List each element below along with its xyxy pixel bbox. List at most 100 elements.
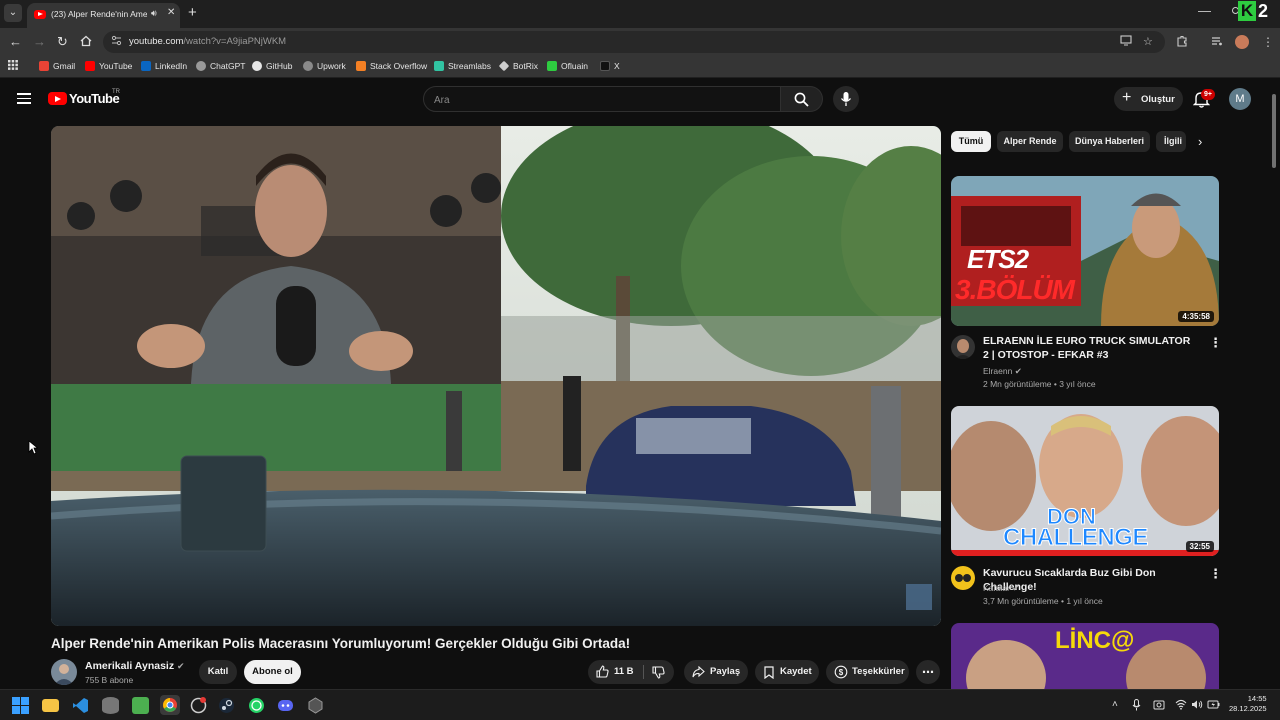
site-info-icon[interactable] bbox=[111, 35, 123, 47]
bookmark-linkedin[interactable]: LinkedIn bbox=[141, 61, 187, 71]
bookmark-label: Gmail bbox=[53, 61, 76, 71]
bookmark-label: GitHub bbox=[266, 61, 293, 71]
video-player[interactable] bbox=[51, 126, 941, 626]
recommendation-thumbnail[interactable]: ETS2 3.BÖLÜM 4:35:58 bbox=[951, 176, 1219, 326]
chip-related[interactable]: İlgili bbox=[1156, 131, 1186, 152]
file-explorer-icon[interactable] bbox=[42, 699, 59, 712]
chip-all[interactable]: Tümü bbox=[951, 131, 991, 152]
verified-check-icon: ✔︎ bbox=[177, 661, 185, 671]
battery-icon[interactable] bbox=[1207, 699, 1220, 713]
channel-avatar[interactable] bbox=[51, 659, 77, 685]
recommendation-thumbnail[interactable]: DON CHALLENGE 32:55 bbox=[951, 406, 1219, 556]
youtube-play-icon bbox=[48, 92, 67, 105]
address-bar[interactable]: youtube.com/watch?v=A9jiaPNjWKM ☆ bbox=[103, 31, 1165, 53]
close-tab-icon[interactable]: ✕ bbox=[167, 7, 175, 18]
like-dislike-group: 11 B bbox=[588, 660, 674, 684]
bookmark-star-icon[interactable]: ☆ bbox=[1143, 35, 1153, 48]
url-host: youtube.com bbox=[129, 36, 184, 47]
recommendation-title[interactable]: ELRAENN İLE EURO TRUCK SIMULATOR 2 | OTO… bbox=[983, 334, 1198, 362]
bookmark-ofluain[interactable]: Ofluain bbox=[547, 61, 588, 71]
discord-icon[interactable] bbox=[277, 697, 294, 714]
bookmark-x[interactable]: X bbox=[600, 61, 620, 71]
create-button[interactable]: + Oluştur bbox=[1114, 87, 1183, 111]
system-clock[interactable]: 14:55 28.12.2025 bbox=[1229, 694, 1267, 714]
wifi-icon[interactable] bbox=[1175, 699, 1187, 713]
active-tab[interactable]: (23) Alper Rende'nin Ameri 🔊︎ ✕ bbox=[27, 3, 180, 28]
menu-dots-icon[interactable]: ⋮ bbox=[1262, 35, 1274, 49]
channel-avatar[interactable] bbox=[951, 335, 975, 359]
more-vertical-icon[interactable]: ⋮ bbox=[1209, 566, 1222, 582]
speaker-icon[interactable]: 🔊︎ bbox=[151, 8, 157, 19]
bookmark-gmail[interactable]: Gmail bbox=[39, 61, 75, 71]
dislike-button[interactable] bbox=[644, 660, 674, 684]
tab-search-button[interactable]: ⌄ bbox=[4, 4, 22, 22]
new-tab-button[interactable]: + bbox=[188, 5, 197, 20]
extensions-icon[interactable] bbox=[1176, 35, 1188, 50]
recommendation-channel[interactable]: Elraenn ✔︎ bbox=[983, 366, 1022, 377]
recommendation-thumbnail[interactable]: LİNC@ bbox=[951, 623, 1219, 689]
microphone-tray-icon[interactable] bbox=[1132, 699, 1141, 714]
hamburger-menu-icon[interactable] bbox=[17, 93, 31, 104]
chip-alper-rende[interactable]: Alper Rende bbox=[997, 131, 1063, 152]
vscode-icon[interactable] bbox=[72, 697, 89, 714]
database-icon[interactable] bbox=[102, 697, 119, 714]
more-actions-button[interactable]: ⋯ bbox=[916, 660, 940, 684]
share-label: Paylaş bbox=[710, 666, 741, 677]
share-button[interactable]: Paylaş bbox=[684, 660, 748, 684]
streamlabs-icon bbox=[434, 61, 444, 71]
recommendation-channel[interactable]: Kafalar ✔︎ bbox=[983, 583, 1019, 594]
botrix-icon bbox=[498, 60, 510, 72]
app-icon[interactable] bbox=[307, 697, 324, 714]
search-box[interactable] bbox=[423, 86, 781, 112]
like-button[interactable]: 11 B bbox=[588, 660, 643, 684]
whatsapp-icon[interactable] bbox=[248, 697, 265, 714]
chevron-right-icon[interactable]: › bbox=[1198, 134, 1202, 149]
upload-age: 1 yıl önce bbox=[1066, 596, 1103, 606]
kick-icon bbox=[547, 61, 557, 71]
git-client-icon[interactable] bbox=[190, 697, 207, 714]
bookmark-botrix[interactable]: BotRix bbox=[498, 60, 538, 72]
profile-avatar[interactable] bbox=[1235, 35, 1249, 49]
thanks-button[interactable]: $ Teşekkürler bbox=[826, 660, 909, 684]
home-icon[interactable] bbox=[80, 35, 92, 50]
channel-avatar[interactable] bbox=[951, 566, 975, 590]
volume-icon[interactable] bbox=[1191, 699, 1203, 713]
join-button[interactable]: Katıl bbox=[199, 660, 237, 684]
voice-search-button[interactable] bbox=[833, 86, 859, 112]
search-input[interactable] bbox=[434, 93, 764, 107]
forward-arrow-icon[interactable]: → bbox=[33, 35, 46, 49]
verified-check-icon: ✔︎ bbox=[1014, 366, 1022, 376]
plus-icon: + bbox=[1122, 89, 1132, 106]
subscribe-button[interactable]: Abone ol bbox=[244, 660, 301, 684]
windows-start-icon[interactable] bbox=[12, 697, 29, 714]
save-button[interactable]: Kaydet bbox=[755, 660, 819, 684]
apps-grid-icon[interactable] bbox=[8, 60, 18, 72]
chip-world-news[interactable]: Dünya Haberleri bbox=[1069, 131, 1150, 152]
thumbnail-text: 3.BÖLÜM bbox=[955, 274, 1075, 305]
gmail-icon bbox=[39, 61, 49, 71]
camera-tray-icon[interactable] bbox=[1153, 699, 1165, 713]
chrome-icon[interactable] bbox=[160, 695, 180, 715]
bookmark-youtube[interactable]: YouTube bbox=[85, 61, 132, 71]
thumbs-up-icon bbox=[596, 665, 609, 678]
page-scrollbar[interactable] bbox=[1272, 94, 1276, 168]
bookmark-streamlabs[interactable]: Streamlabs bbox=[434, 61, 491, 71]
media-control-icon[interactable] bbox=[1211, 35, 1223, 50]
account-avatar[interactable]: M bbox=[1229, 88, 1251, 110]
steam-icon[interactable] bbox=[218, 697, 235, 714]
channel-name-link[interactable]: Amerikali Aynasiz ✔︎ bbox=[85, 660, 185, 672]
more-vertical-icon[interactable]: ⋮ bbox=[1209, 335, 1222, 351]
back-arrow-icon[interactable]: ← bbox=[9, 35, 22, 49]
chat-app-icon[interactable] bbox=[132, 697, 149, 714]
bookmark-chatgpt[interactable]: ChatGPT bbox=[196, 61, 245, 71]
bookmark-stack-overflow[interactable]: Stack Overflow bbox=[356, 61, 427, 71]
minimize-window-button[interactable]: — bbox=[1198, 3, 1211, 18]
reload-icon[interactable]: ↻ bbox=[57, 35, 68, 49]
cast-icon[interactable] bbox=[1120, 35, 1132, 49]
bookmark-github[interactable]: GitHub bbox=[252, 61, 292, 71]
tab-title: (23) Alper Rende'nin Ameri bbox=[51, 9, 147, 19]
search-icon bbox=[794, 92, 809, 107]
tray-chevron-up-icon[interactable]: ˄ bbox=[1112, 699, 1118, 710]
search-button[interactable] bbox=[781, 86, 823, 112]
bookmark-upwork[interactable]: Upwork bbox=[303, 61, 346, 71]
